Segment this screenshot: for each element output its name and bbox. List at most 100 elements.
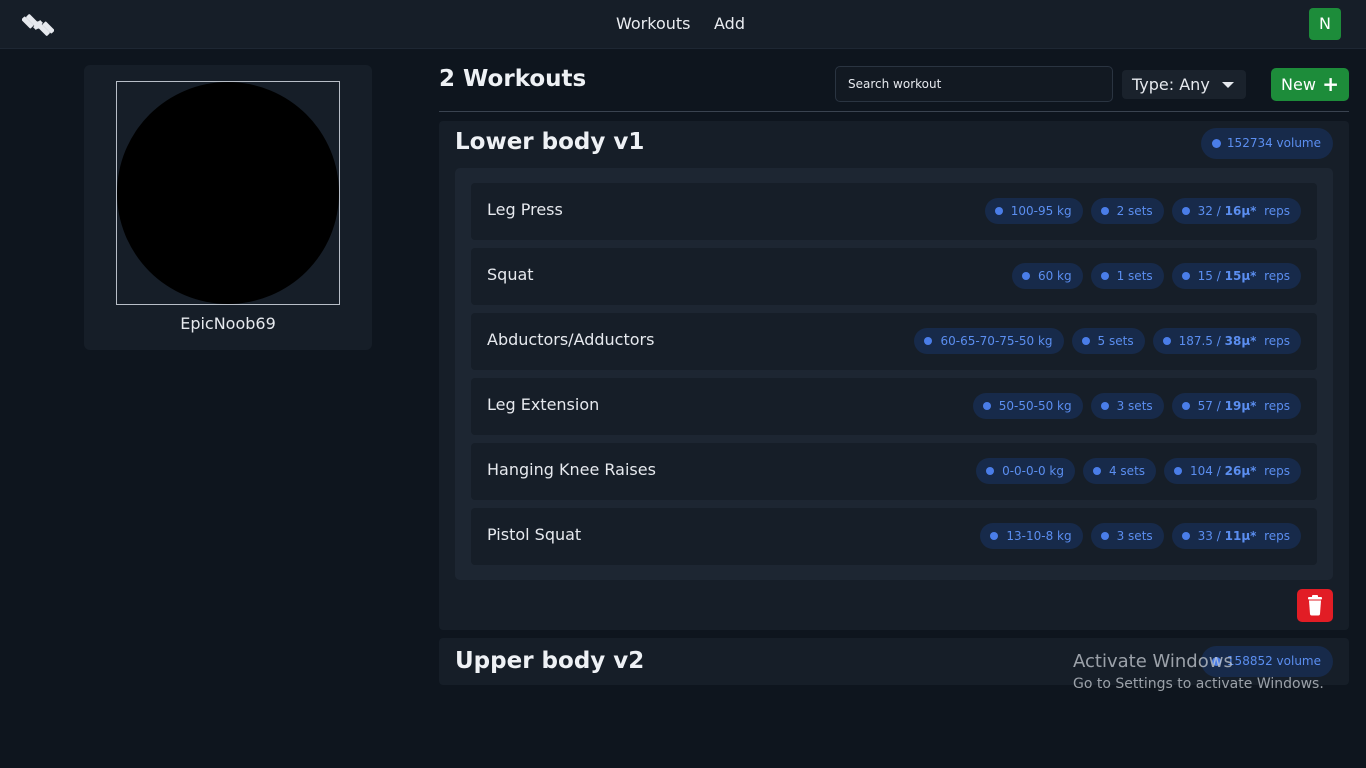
weight-badge: 100-95 kg [984,198,1083,224]
trash-icon [1308,595,1322,616]
dot-icon [1211,139,1221,148]
page-title: 2 Workouts [439,66,587,92]
top-navbar: Workouts Add N [0,0,1366,49]
sets-badge: 4 sets [1082,458,1157,484]
exercise-row[interactable]: Squat 60 kg 1 sets 15 / 15μ* reps [471,248,1317,305]
reps-badge: 32 / 16μ* reps [1171,198,1301,224]
type-filter-label: Type: Any [1132,75,1210,94]
user-avatar-button[interactable]: N [1309,8,1341,40]
dot-icon [1181,272,1190,280]
dot-icon [1100,402,1109,410]
workout-card[interactable]: Lower body v1 152734 volume Leg Press 10… [439,121,1349,630]
new-button-label: New [1281,75,1316,94]
sets-badge: 1 sets [1090,263,1164,289]
dot-icon [990,532,999,540]
exercise-row[interactable]: Abductors/Adductors 60-65-70-75-50 kg 5 … [471,313,1317,370]
exercise-row[interactable]: Leg Extension 50-50-50 kg 3 sets 57 / 19… [471,378,1317,435]
exercise-list: Leg Press 100-95 kg 2 sets 32 / 16μ* rep… [455,168,1333,580]
exercise-name: Leg Press [487,200,563,219]
weight-text: 50-50-50 kg [998,399,1072,413]
reps-average: 26μ* [1224,464,1257,478]
exercise-row[interactable]: Leg Press 100-95 kg 2 sets 32 / 16μ* rep… [471,183,1317,240]
exercise-name: Hanging Knee Raises [487,460,656,479]
volume-text: 152734 volume [1226,136,1321,150]
plus-icon: + [1322,72,1339,96]
dot-icon [1081,337,1090,345]
workout-title: Lower body v1 [455,129,645,155]
activate-windows-subtitle: Go to Settings to activate Windows. [1073,676,1324,692]
dot-icon [1100,532,1109,540]
caret-down-icon [1222,82,1234,88]
volume-badge: 152734 volume [1200,128,1333,159]
exercise-stats: 50-50-50 kg 3 sets 57 / 19μ* reps [972,393,1301,419]
dumbbell-logo-icon[interactable] [21,10,55,40]
dot-icon [986,467,995,475]
sets-badge: 3 sets [1090,393,1164,419]
volume-text: 158852 volume [1226,654,1321,668]
sets-badge: 3 sets [1090,523,1164,549]
dot-icon [1092,467,1101,475]
dot-icon [1181,532,1190,540]
sets-text: 3 sets [1116,529,1153,543]
reps-badge: 33 / 11μ* reps [1171,523,1301,549]
reps-unit: reps [1264,204,1290,218]
weight-badge: 50-50-50 kg [972,393,1083,419]
sets-text: 2 sets [1116,204,1153,218]
reps-badge: 15 / 15μ* reps [1171,263,1301,289]
weight-text: 0-0-0-0 kg [1002,464,1064,478]
dot-icon [1100,207,1109,215]
dot-icon [1162,337,1171,345]
dot-icon [1181,402,1190,410]
reps-average: 38μ* [1224,334,1257,348]
sets-text: 1 sets [1116,269,1153,283]
delete-workout-button[interactable] [1297,589,1333,622]
weight-text: 60-65-70-75-50 kg [940,334,1053,348]
reps-unit: reps [1264,334,1290,348]
type-filter-dropdown[interactable]: Type: Any [1122,70,1246,99]
reps-unit: reps [1264,529,1290,543]
exercise-stats: 100-95 kg 2 sets 32 / 16μ* reps [984,198,1301,224]
activate-windows-title: Activate Windows [1073,651,1233,672]
dot-icon [1181,207,1190,215]
weight-text: 13-10-8 kg [1006,529,1072,543]
exercise-row[interactable]: Pistol Squat 13-10-8 kg 3 sets 33 / 11μ*… [471,508,1317,565]
exercise-stats: 60-65-70-75-50 kg 5 sets 187.5 / 38μ* re… [914,328,1301,354]
reps-total: 33 / [1197,529,1221,543]
reps-average: 15μ* [1224,269,1257,283]
exercise-stats: 13-10-8 kg 3 sets 33 / 11μ* reps [980,523,1301,549]
nav-add-link[interactable]: Add [714,14,745,33]
reps-total: 32 / [1197,204,1221,218]
profile-card: EpicNoob69 [84,65,372,350]
dot-icon [924,337,933,345]
weight-badge: 60-65-70-75-50 kg [914,328,1064,354]
header-divider [439,111,1349,112]
weight-text: 60 kg [1037,269,1072,283]
nav-workouts-link[interactable]: Workouts [616,14,690,33]
exercise-stats: 0-0-0-0 kg 4 sets 104 / 26μ* reps [976,458,1301,484]
weight-badge: 60 kg [1011,263,1083,289]
reps-badge: 57 / 19μ* reps [1171,393,1301,419]
reps-unit: reps [1264,269,1290,283]
profile-avatar-image [117,82,339,304]
sets-text: 3 sets [1116,399,1153,413]
reps-total: 15 / [1197,269,1221,283]
reps-unit: reps [1264,464,1290,478]
search-workout-input[interactable] [835,66,1113,102]
sets-text: 5 sets [1097,334,1134,348]
dot-icon [1100,272,1109,280]
profile-picture [116,81,340,305]
exercise-name: Squat [487,265,534,284]
reps-unit: reps [1264,399,1290,413]
weight-text: 100-95 kg [1010,204,1072,218]
exercise-name: Leg Extension [487,395,600,414]
dot-icon [1021,272,1030,280]
new-workout-button[interactable]: New + [1271,68,1349,101]
dot-icon [1174,467,1183,475]
exercise-stats: 60 kg 1 sets 15 / 15μ* reps [1011,263,1301,289]
profile-username: EpicNoob69 [180,314,276,333]
reps-average: 16μ* [1224,204,1257,218]
dot-icon [982,402,991,410]
exercise-row[interactable]: Hanging Knee Raises 0-0-0-0 kg 4 sets 10… [471,443,1317,500]
reps-total: 57 / [1197,399,1221,413]
weight-badge: 13-10-8 kg [980,523,1083,549]
